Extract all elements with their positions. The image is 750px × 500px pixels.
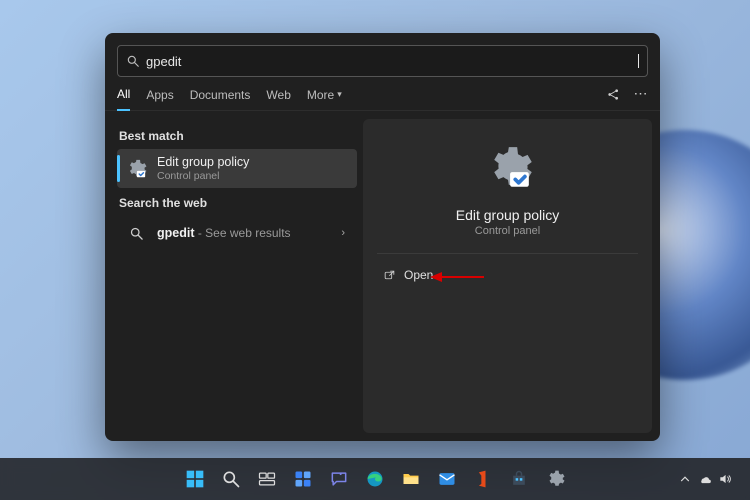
- preview-subtitle: Control panel: [475, 225, 540, 237]
- office-icon[interactable]: [468, 464, 498, 494]
- result-edit-group-policy[interactable]: Edit group policy Control panel: [117, 149, 357, 188]
- result-subtitle: Control panel: [157, 170, 249, 182]
- volume-icon[interactable]: [718, 472, 732, 486]
- tab-apps[interactable]: Apps: [146, 87, 173, 110]
- tab-all-label: All: [117, 87, 130, 101]
- text-caret: [638, 54, 639, 68]
- taskbar-center: [180, 464, 570, 494]
- settings-icon[interactable]: [540, 464, 570, 494]
- taskbar-search-button[interactable]: [216, 464, 246, 494]
- filter-tabs: All Apps Documents Web More▾ ⋯: [105, 77, 660, 111]
- result-web-gpedit[interactable]: gpedit - See web results ›: [117, 216, 357, 250]
- tray-chevron-icon[interactable]: [678, 472, 692, 486]
- chevron-right-icon: ›: [341, 227, 345, 239]
- open-label: Open: [404, 268, 433, 282]
- share-icon[interactable]: [606, 87, 621, 102]
- web-result-term: gpedit: [157, 226, 195, 240]
- task-view-button[interactable]: [252, 464, 282, 494]
- more-icon[interactable]: ⋯: [633, 87, 648, 102]
- gear-icon: [481, 141, 535, 195]
- section-search-web: Search the web: [119, 196, 357, 210]
- tab-web-label: Web: [266, 88, 290, 102]
- start-search-window: gpedit All Apps Documents Web More▾ ⋯ Be…: [105, 33, 660, 441]
- results-list: Best match Edit group policy Control pan…: [105, 111, 363, 441]
- search-icon: [126, 54, 140, 68]
- system-tray[interactable]: [678, 472, 740, 486]
- start-button[interactable]: [180, 464, 210, 494]
- divider: [377, 253, 638, 254]
- open-external-icon: [383, 269, 396, 282]
- search-bar[interactable]: gpedit: [117, 45, 648, 77]
- web-result-suffix: - See web results: [195, 226, 291, 240]
- tab-documents[interactable]: Documents: [190, 87, 251, 110]
- section-best-match: Best match: [119, 129, 357, 143]
- tab-more-label: More: [307, 88, 334, 102]
- widgets-button[interactable]: [288, 464, 318, 494]
- tab-apps-label: Apps: [146, 88, 173, 102]
- tab-web[interactable]: Web: [266, 87, 290, 110]
- store-icon[interactable]: [504, 464, 534, 494]
- preview-title: Edit group policy: [456, 207, 560, 223]
- search-input[interactable]: gpedit: [146, 54, 640, 69]
- desktop-background: gpedit All Apps Documents Web More▾ ⋯ Be…: [0, 0, 750, 500]
- open-action[interactable]: Open: [377, 264, 439, 286]
- edge-icon[interactable]: [360, 464, 390, 494]
- tab-documents-label: Documents: [190, 88, 251, 102]
- chevron-down-icon: ▾: [337, 89, 342, 100]
- preview-panel: Edit group policy Control panel Open: [363, 119, 652, 433]
- onedrive-icon[interactable]: [698, 472, 712, 486]
- result-title: Edit group policy: [157, 155, 249, 170]
- file-explorer-icon[interactable]: [396, 464, 426, 494]
- taskbar: [0, 458, 750, 500]
- tab-all[interactable]: All: [117, 87, 130, 111]
- tab-more[interactable]: More▾: [307, 87, 342, 110]
- search-icon: [125, 222, 147, 244]
- chat-button[interactable]: [324, 464, 354, 494]
- mail-icon[interactable]: [432, 464, 462, 494]
- gear-icon: [125, 158, 147, 180]
